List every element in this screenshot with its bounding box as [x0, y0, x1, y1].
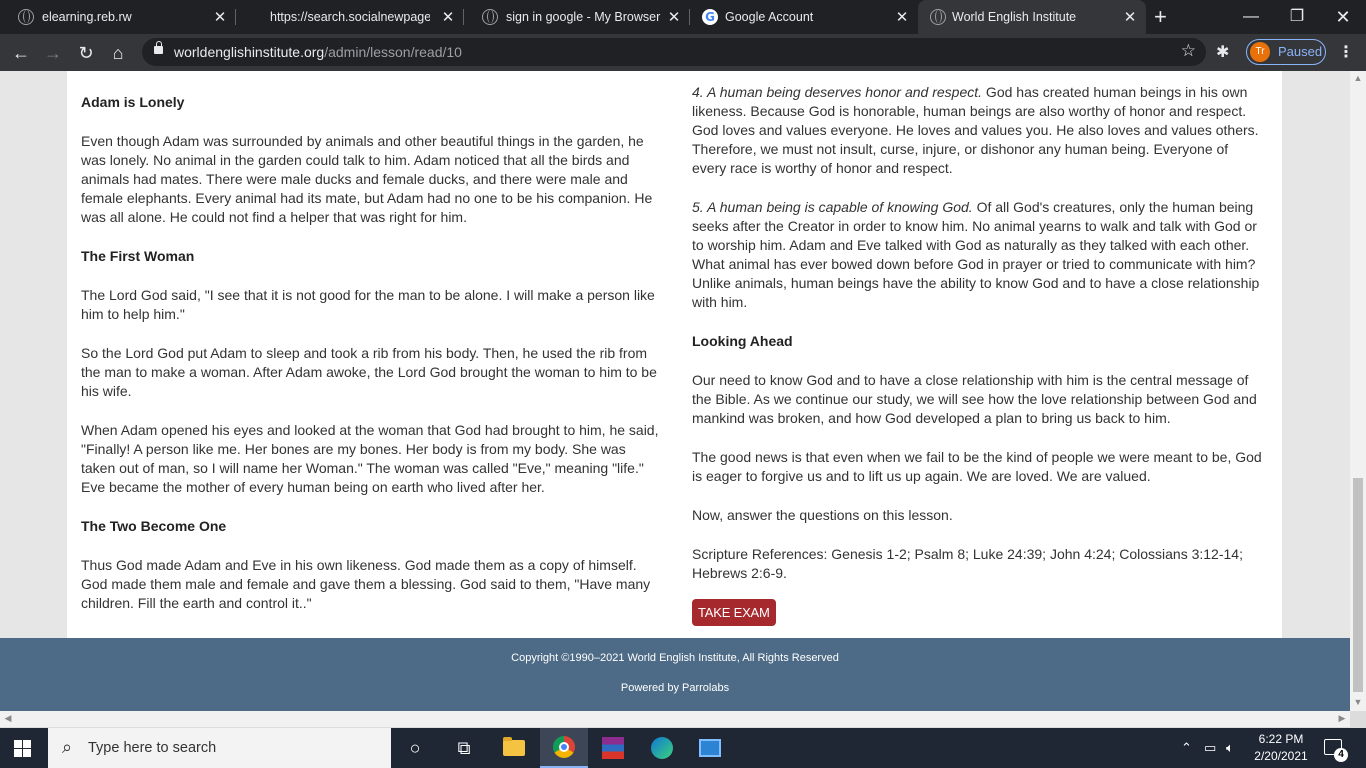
bookmark-star-icon[interactable]: ☆	[1181, 41, 1196, 61]
home-button[interactable]: ⌂	[105, 40, 131, 66]
chrome-icon	[553, 736, 575, 758]
page-footer: Copyright ©1990–2021 World English Insti…	[0, 638, 1350, 711]
page-viewport: Adam is Lonely Even though Adam was surr…	[0, 71, 1350, 711]
system-clock[interactable]: 6:22 PM 2/20/2021	[1246, 731, 1316, 765]
folder-icon	[503, 737, 525, 756]
notification-badge: 4	[1334, 748, 1348, 762]
clock-date: 2/20/2021	[1254, 749, 1308, 763]
close-icon[interactable]: ✕	[894, 8, 910, 26]
close-icon[interactable]: ✕	[1122, 8, 1138, 26]
tab-elearning[interactable]: elearning.reb.rw ✕	[0, 0, 236, 34]
winrar-logo-icon	[602, 737, 624, 759]
avatar: Tr	[1250, 42, 1270, 62]
lesson-paragraph: Thus God made Adam and Eve in his own li…	[81, 557, 651, 611]
taskbar-search-box[interactable]: ⌕ Type here to search	[48, 728, 391, 768]
tab-title: elearning.reb.rw	[42, 10, 132, 24]
winrar-icon[interactable]	[589, 728, 637, 768]
address-bar[interactable]: worldenglishinstitute.org/admin/lesson/r…	[142, 38, 1206, 66]
forward-button[interactable]: →	[40, 40, 66, 66]
edge-icon[interactable]	[638, 728, 686, 768]
point-lead: 4. A human being deserves honor and resp…	[692, 84, 983, 100]
lesson-paragraph: The Lord God said, "I see that it is not…	[81, 287, 655, 322]
scroll-up-icon[interactable]: ▲	[1350, 73, 1366, 83]
lesson-paragraph: 5. A human being is capable of knowing G…	[692, 198, 1264, 312]
point-body: Of all God's creatures, only the human b…	[692, 199, 1260, 310]
globe-icon	[930, 9, 946, 25]
profile-button[interactable]: Tr Paused	[1246, 39, 1326, 65]
tab-google-account[interactable]: G Google Account ✕	[690, 0, 918, 34]
lesson-column-right: 4. A human being deserves honor and resp…	[692, 71, 1264, 626]
tab-title: https://search.socialnewpages.com	[270, 10, 430, 24]
lock-icon	[154, 41, 163, 54]
browser-tab-strip: elearning.reb.rw ✕ https://search.social…	[0, 0, 1366, 34]
close-icon[interactable]: ✕	[440, 8, 456, 26]
url-path: /admin/lesson/read/10	[324, 44, 462, 60]
search-icon: ⌕	[62, 737, 73, 757]
lesson-content: Adam is Lonely Even though Adam was surr…	[67, 71, 1282, 638]
scroll-down-icon[interactable]: ▼	[1350, 697, 1366, 707]
restore-button[interactable]: ❐	[1274, 3, 1320, 31]
browser-menu-icon[interactable]: ⋮	[1338, 42, 1354, 62]
vertical-scrollbar[interactable]: ▲ ▼	[1350, 71, 1366, 711]
volume-icon[interactable]: 🔈︎	[1226, 728, 1234, 768]
cortana-icon[interactable]: ○	[391, 728, 439, 768]
url-text: worldenglishinstitute.org/admin/lesson/r…	[174, 44, 462, 60]
footer-copyright: Copyright ©1990–2021 World English Insti…	[511, 652, 839, 664]
task-view-icon[interactable]: ⧉	[440, 728, 488, 768]
extensions-puzzle-icon[interactable]: ✱	[1216, 42, 1229, 62]
footer-powered-by: Powered by Parrolabs	[620, 682, 730, 694]
profile-status: Paused	[1278, 44, 1323, 59]
section-heading: Adam is Lonely	[81, 94, 185, 110]
browser-toolbar: ← → ↻ ⌂ worldenglishinstitute.org/admin/…	[0, 34, 1366, 71]
lesson-paragraph: Even though Adam was surrounded by anima…	[81, 133, 653, 225]
url-domain: worldenglishinstitute.org	[174, 44, 325, 60]
take-exam-button[interactable]: TAKE EXAM	[692, 599, 776, 626]
chrome-taskbar-icon[interactable]	[540, 728, 588, 768]
section-heading: The Two Become One	[81, 518, 227, 534]
section-heading: Looking Ahead	[692, 333, 793, 349]
point-lead: 5. A human being is capable of knowing G…	[692, 199, 973, 215]
back-button[interactable]: ←	[8, 40, 34, 66]
search-placeholder: Type here to search	[88, 740, 217, 756]
scripture-references: Scripture References: Genesis 1-2; Psalm…	[692, 546, 1243, 581]
photos-icon[interactable]	[686, 728, 734, 768]
edge-logo-icon	[651, 737, 673, 759]
windows-start-icon[interactable]	[14, 740, 31, 757]
network-icon[interactable]: ▭	[1204, 728, 1216, 768]
windows-taskbar: ⌕ Type here to search ○ ⧉ ⌃ ▭ 🔈︎ 6:22 PM…	[0, 728, 1366, 768]
horizontal-scrollbar[interactable]: ◀ ▶	[0, 711, 1350, 727]
tab-socialnewpages[interactable]: https://search.socialnewpages.com ✕	[236, 0, 464, 34]
tab-title: World English Institute	[952, 10, 1077, 24]
section-heading: The First Woman	[81, 248, 195, 264]
tab-world-english-institute[interactable]: World English Institute ✕	[918, 0, 1146, 34]
close-icon[interactable]: ✕	[212, 8, 228, 26]
google-icon: G	[702, 9, 718, 25]
minimize-button[interactable]: —	[1228, 3, 1274, 31]
photos-logo-icon	[699, 739, 721, 757]
lesson-paragraph: So the Lord God put Adam to sleep and to…	[81, 345, 657, 399]
file-explorer-icon[interactable]	[490, 728, 538, 768]
new-tab-button[interactable]: +	[1154, 6, 1167, 28]
tab-title: Google Account	[725, 10, 814, 24]
clock-time: 6:22 PM	[1258, 732, 1304, 746]
globe-icon	[18, 9, 34, 25]
lesson-paragraph: 4. A human being deserves honor and resp…	[692, 83, 1264, 178]
lesson-column-left: Adam is Lonely Even though Adam was surr…	[81, 71, 661, 633]
tab-browser-search[interactable]: sign in google - My Browser Search ✕	[464, 0, 690, 34]
lesson-paragraph: The good news is that even when we fail …	[692, 449, 1262, 484]
tab-title: sign in google - My Browser Search	[506, 10, 662, 24]
lesson-paragraph: Now, answer the questions on this lesson…	[692, 507, 953, 523]
globe-icon	[482, 9, 498, 25]
close-icon[interactable]: ✕	[666, 8, 682, 26]
reload-button[interactable]: ↻	[73, 40, 99, 66]
lesson-paragraph: Our need to know God and to have a close…	[692, 372, 1257, 426]
lesson-paragraph: When Adam opened his eyes and looked at …	[81, 422, 659, 495]
scroll-left-icon[interactable]: ◀	[0, 713, 16, 724]
scrollbar-thumb[interactable]	[1353, 478, 1363, 692]
scroll-right-icon[interactable]: ▶	[1334, 713, 1350, 724]
tray-chevron-icon[interactable]: ⌃	[1181, 728, 1192, 768]
close-window-button[interactable]: ✕	[1320, 3, 1366, 31]
